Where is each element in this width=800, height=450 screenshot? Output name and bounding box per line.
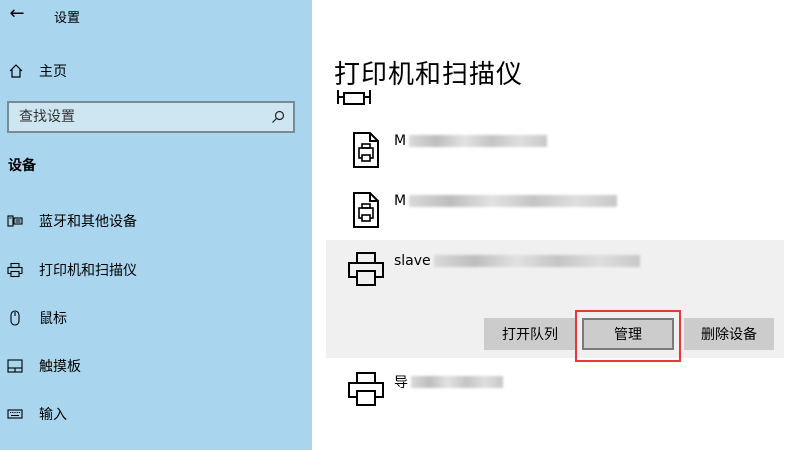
keyboard-icon <box>7 409 23 419</box>
title-bar: ← 设置 <box>0 0 312 30</box>
sidebar: ← 设置 主页 设备 蓝牙和其他设备 打印机和扫描仪 <box>0 0 312 450</box>
sidebar-item-bluetooth[interactable]: 蓝牙和其他设备 <box>0 206 312 236</box>
printer-icon <box>348 252 384 286</box>
printer-name: M <box>394 133 548 149</box>
printer-item[interactable]: M <box>326 120 784 180</box>
printer-item[interactable]: M <box>326 180 784 240</box>
page-title: 打印机和扫描仪 <box>334 60 524 90</box>
mouse-icon <box>10 310 20 326</box>
remove-device-button[interactable]: 删除设备 <box>684 318 774 350</box>
sidebar-item-label: 输入 <box>39 407 67 423</box>
highlight-box <box>575 310 681 362</box>
printer-document-icon <box>353 192 379 228</box>
sidebar-item-label: 鼠标 <box>39 311 67 327</box>
home-label: 主页 <box>39 64 67 80</box>
printer-document-icon <box>353 132 379 168</box>
home-nav-item[interactable]: 主页 <box>0 56 312 86</box>
printer-name: slave <box>394 253 640 269</box>
search-box[interactable] <box>7 101 295 133</box>
printer-name: 导 <box>394 372 503 392</box>
printer-icon <box>348 372 384 406</box>
sidebar-item-label: 蓝牙和其他设备 <box>39 214 137 230</box>
open-queue-button[interactable]: 打开队列 <box>484 318 576 350</box>
printer-name: M <box>394 193 618 209</box>
printer-icon <box>337 90 371 105</box>
sidebar-item-printers[interactable]: 打印机和扫描仪 <box>0 255 312 285</box>
window-title: 设置 <box>54 11 81 26</box>
printer-item[interactable]: 导 <box>326 362 784 422</box>
section-title-devices: 设备 <box>8 158 36 174</box>
printer-item-selected[interactable]: slave 打开队列 管理 删除设备 <box>326 240 784 358</box>
sidebar-item-label: 触摸板 <box>39 359 81 375</box>
sidebar-item-mouse[interactable]: 鼠标 <box>0 303 312 333</box>
search-input[interactable] <box>9 103 271 131</box>
bluetooth-devices-icon <box>7 215 23 227</box>
main-content: 打印机和扫描仪 M M slave 打开队列 管理 删除设备 导 <box>312 0 800 450</box>
home-icon <box>9 64 23 78</box>
sidebar-item-typing[interactable]: 输入 <box>0 399 312 429</box>
search-icon[interactable] <box>271 110 285 124</box>
touchpad-icon <box>7 359 23 373</box>
printer-icon <box>7 262 23 278</box>
sidebar-item-touchpad[interactable]: 触摸板 <box>0 351 312 381</box>
sidebar-item-label: 打印机和扫描仪 <box>39 263 137 279</box>
back-arrow-icon[interactable]: ← <box>6 4 28 26</box>
